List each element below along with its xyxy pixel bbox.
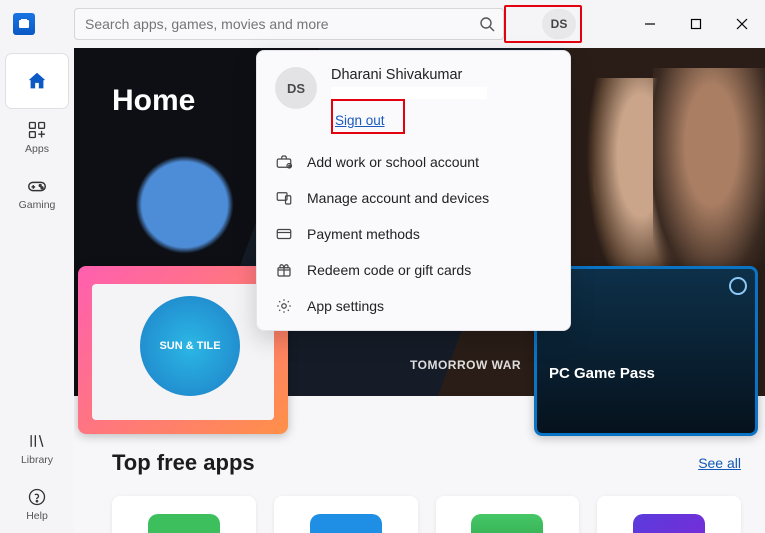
page-title: Home [112,84,195,118]
nav-library[interactable]: Library [6,421,68,475]
store-app-icon [0,13,48,35]
nav-help[interactable]: Help [6,477,68,531]
section-title: Top free apps [112,450,255,476]
account-avatar[interactable]: DS [542,9,576,39]
hero-card-tile: SUN & TILE [140,296,240,396]
user-email-redacted [331,87,487,99]
devices-icon [275,189,293,207]
nav-label: Help [26,510,48,522]
home-icon [26,70,48,92]
library-icon [26,430,48,452]
menu-label: Manage account and devices [307,190,489,206]
sign-out-link[interactable]: Sign out [335,112,385,129]
app-card[interactable] [112,496,256,533]
hero-card-title: PC Game Pass [549,365,655,382]
user-name: Dharani Shivakumar [331,67,487,83]
nav-home[interactable] [6,54,68,108]
menu-avatar: DS [275,67,317,109]
search-box[interactable] [74,8,504,40]
window-close-button[interactable] [719,8,765,40]
app-card[interactable] [274,496,418,533]
see-all-link[interactable]: See all [698,455,741,471]
card-icon [275,225,293,243]
gear-icon [275,297,293,315]
nav-label: Library [21,454,53,466]
window-maximize-button[interactable] [673,8,719,40]
gaming-icon [26,175,48,197]
help-icon [26,486,48,508]
window-minimize-button[interactable] [627,8,673,40]
hero-caption-a: TOMORROW WAR [410,358,521,372]
nav-gaming[interactable]: Gaming [6,166,68,220]
menu-label: Payment methods [307,226,420,242]
apps-icon [26,119,48,141]
info-icon [729,277,747,295]
menu-app-settings[interactable]: App settings [257,288,570,324]
signout-highlight: Sign out [331,99,405,134]
app-card[interactable] [436,496,580,533]
menu-manage-account[interactable]: Manage account and devices [257,180,570,216]
nav-label: Gaming [19,199,56,211]
gift-icon [275,261,293,279]
menu-label: Redeem code or gift cards [307,262,471,278]
menu-label: Add work or school account [307,154,479,170]
search-input[interactable] [83,15,479,33]
menu-payment-methods[interactable]: Payment methods [257,216,570,252]
briefcase-icon [275,153,293,171]
app-card[interactable] [597,496,741,533]
menu-redeem-code[interactable]: Redeem code or gift cards [257,252,570,288]
account-menu: DS Dharani Shivakumar Sign out Add work … [256,50,571,331]
menu-add-work-account[interactable]: Add work or school account [257,144,570,180]
nav-label: Apps [25,143,49,155]
search-icon[interactable] [479,16,495,32]
avatar-highlight: DS [504,5,582,43]
menu-label: App settings [307,298,384,314]
nav-apps[interactable]: Apps [6,110,68,164]
